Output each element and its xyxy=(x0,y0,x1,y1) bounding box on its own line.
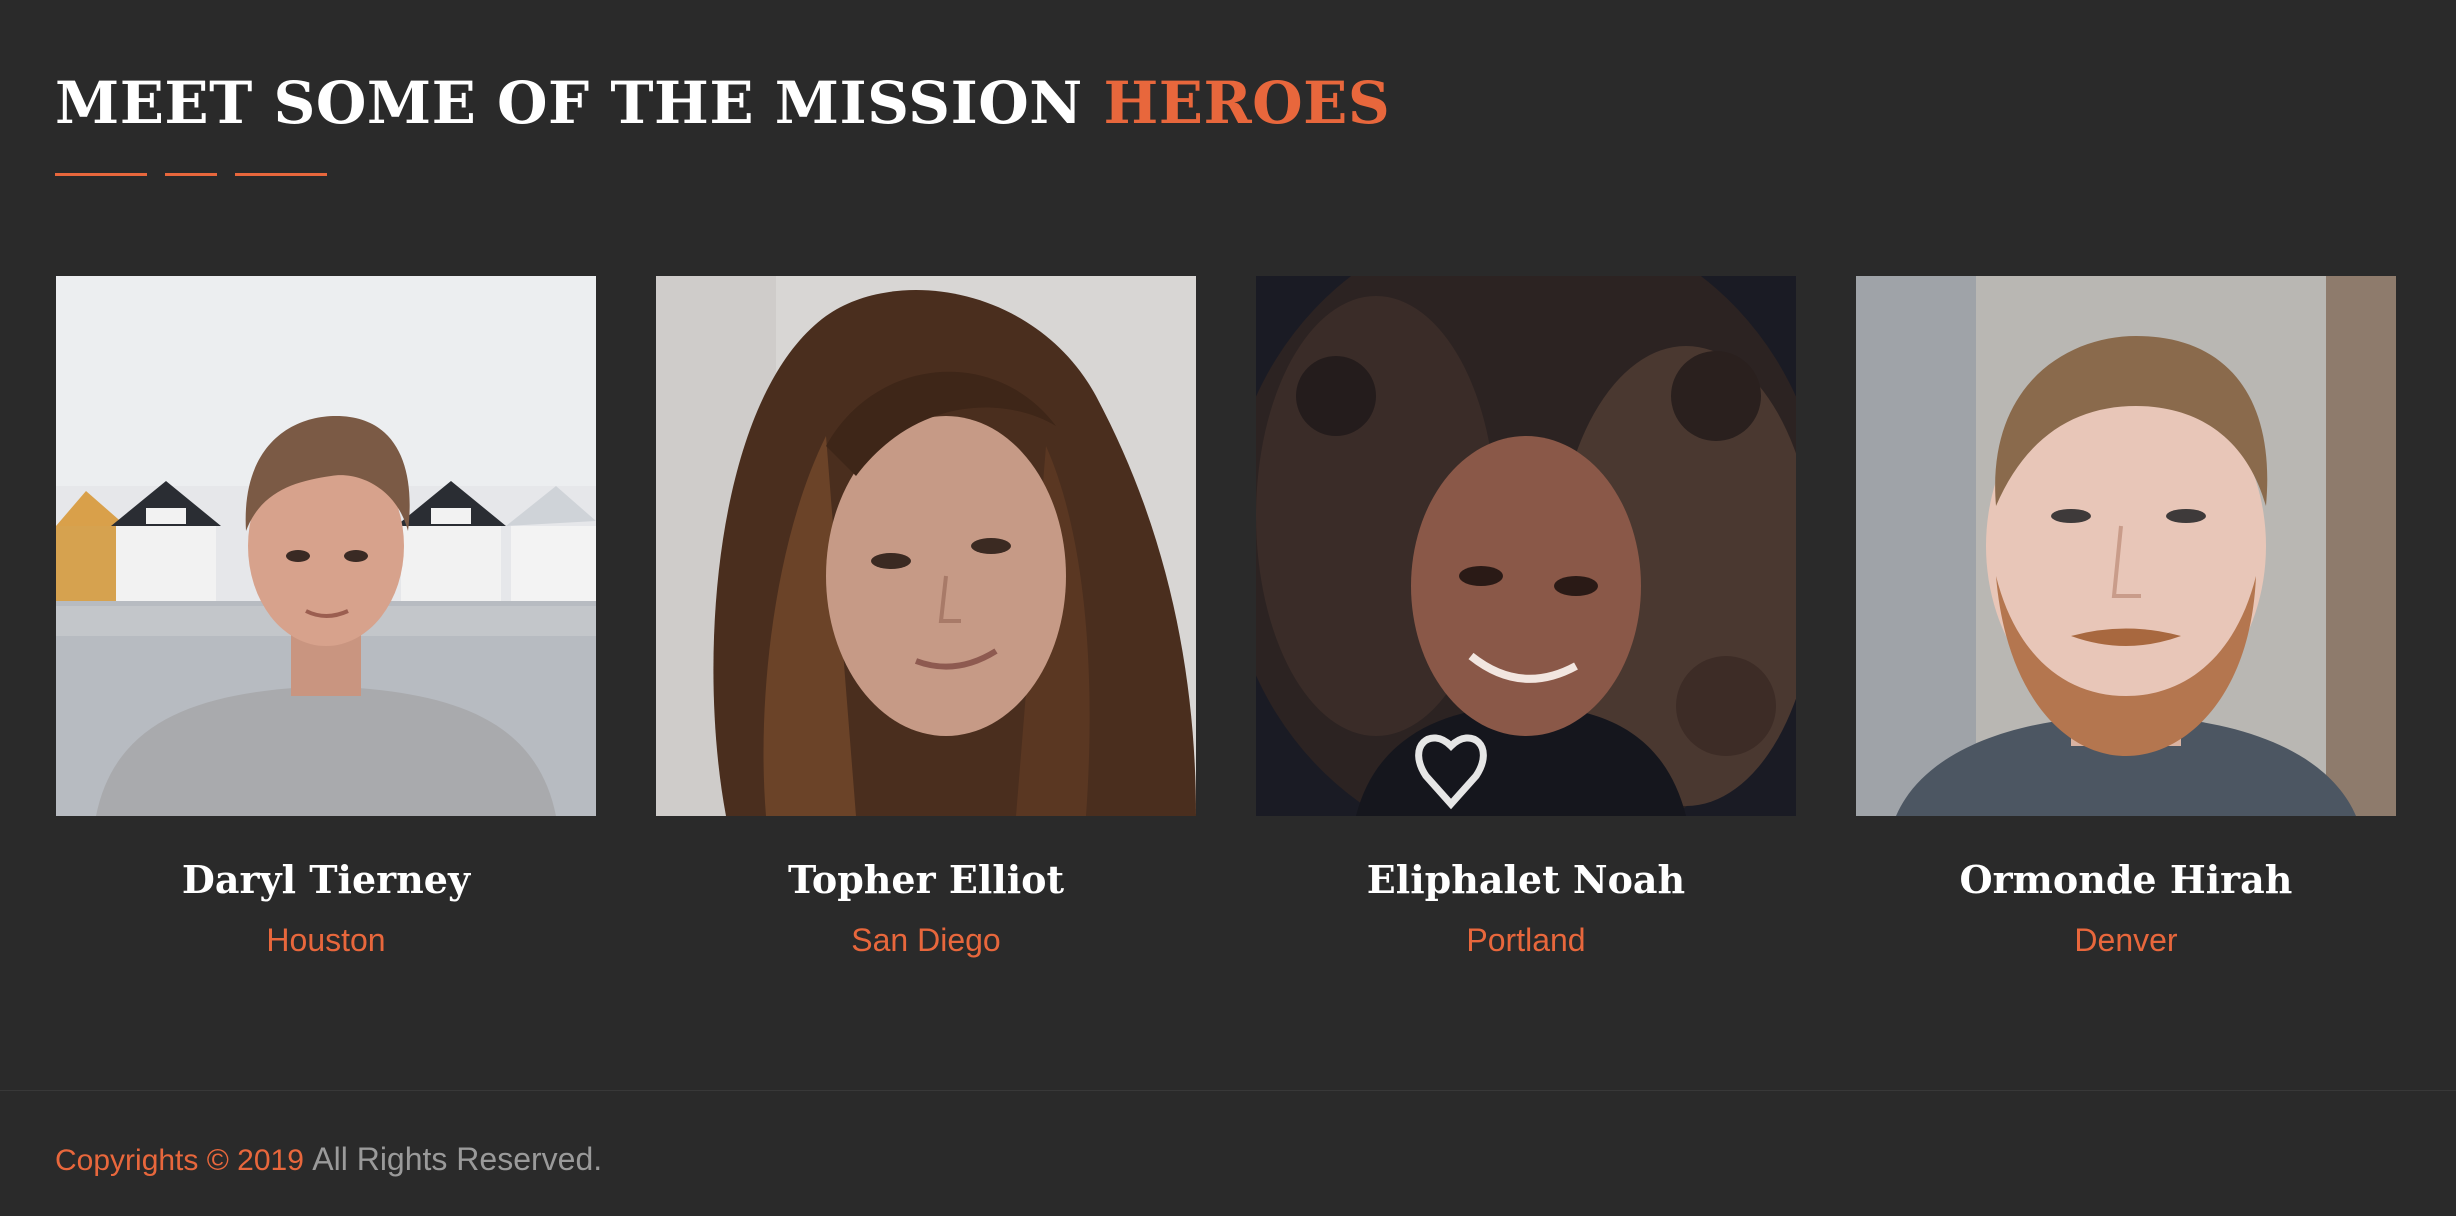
hero-photo xyxy=(1256,276,1796,816)
heading-divider-segment xyxy=(55,173,147,176)
footer-rights: All Rights Reserved. xyxy=(312,1141,603,1177)
hero-photo xyxy=(656,276,1196,816)
hero-city: Portland xyxy=(1466,922,1586,958)
portrait-man-beard-icon xyxy=(1856,276,2396,816)
heading-accent: HEROES xyxy=(1103,69,1391,137)
footer-copyright: Copyrights © 2019 xyxy=(55,1144,304,1177)
heroes-section: MEET SOME OF THE MISSION HEROES Daryl Ti… xyxy=(0,0,2456,1090)
hero-name: Topher Elliot xyxy=(787,857,1065,902)
hero-name: Daryl Tierney xyxy=(181,857,471,902)
hero-city: San Diego xyxy=(851,922,1001,958)
portrait-young-man-icon xyxy=(56,276,596,816)
heading-divider-segment xyxy=(165,173,217,176)
footer-text: Copyrights © 2019 All Rights Reserved. xyxy=(55,1139,602,1181)
hero-photo xyxy=(1856,276,2396,816)
hero-photo xyxy=(56,276,596,816)
hero-name: Ormonde Hirah xyxy=(1959,857,2293,902)
hero-card: Ormonde Hirah Denver xyxy=(1856,276,2396,960)
heading-divider-segment xyxy=(235,173,327,176)
section-heading: MEET SOME OF THE MISSION HEROES xyxy=(55,62,1390,144)
hero-name: Eliphalet Noah xyxy=(1366,857,1686,902)
page-footer: Copyrights © 2019 All Rights Reserved. xyxy=(0,1090,2456,1216)
hero-card: Eliphalet Noah Portland xyxy=(1256,276,1796,960)
hero-city: Houston xyxy=(266,922,386,958)
heading-main: MEET SOME OF THE MISSION xyxy=(55,69,1083,137)
hero-city: Denver xyxy=(2074,922,2178,958)
portrait-woman-curly-hair-icon xyxy=(1256,276,1796,816)
hero-card: Topher Elliot San Diego xyxy=(656,276,1196,960)
portrait-woman-long-hair-icon xyxy=(656,276,1196,816)
hero-card: Daryl Tierney Houston xyxy=(56,276,596,960)
